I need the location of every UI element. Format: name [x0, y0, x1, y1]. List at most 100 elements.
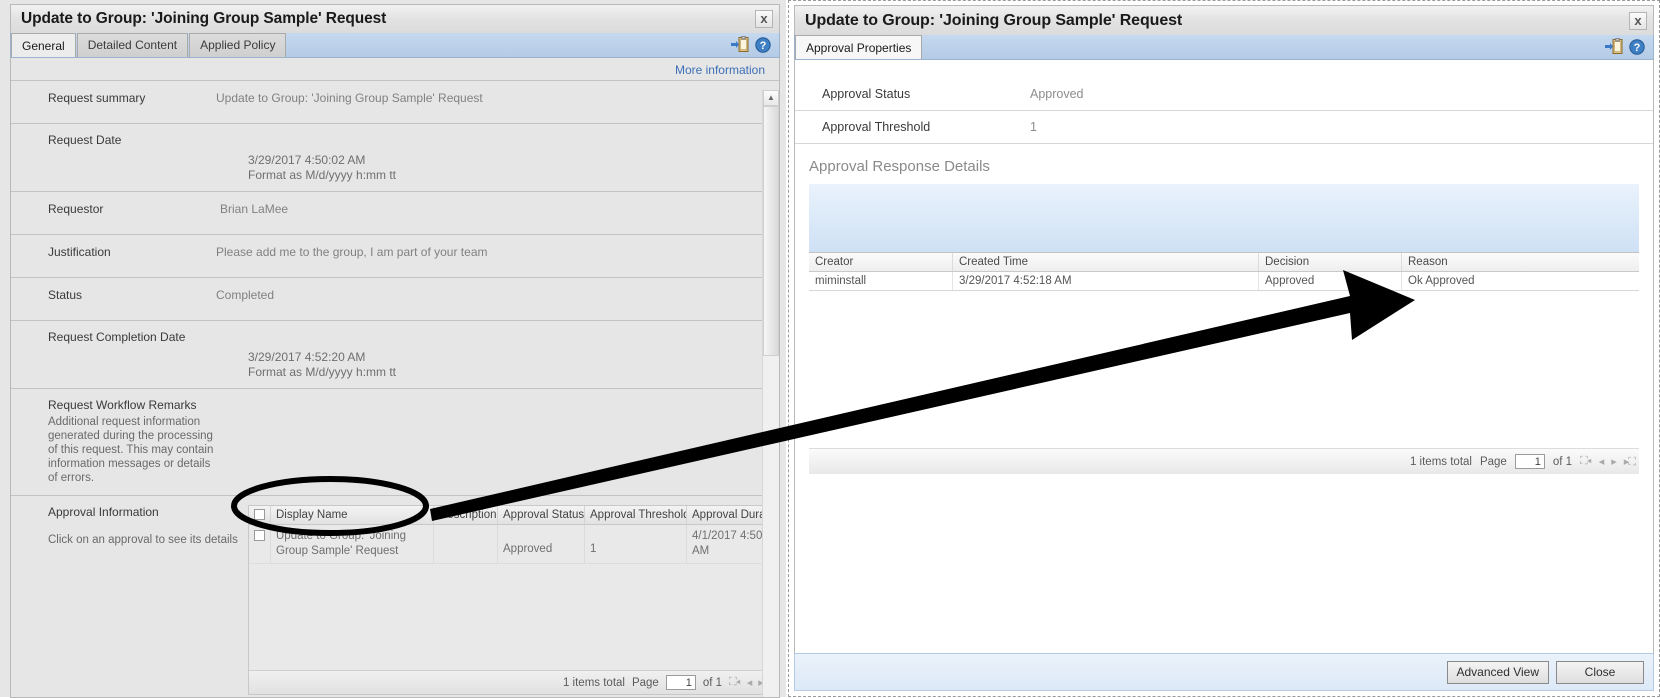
cell-creator[interactable]: miminstall	[809, 272, 953, 290]
pager-page-input[interactable]	[1514, 454, 1545, 469]
approval-status-value: Approved	[1030, 87, 1084, 101]
field-justification: Justification Please add me to the group…	[11, 234, 779, 277]
approval-information-hint: Click on an approval to see its details	[48, 534, 238, 546]
field-value: 3/29/2017 4:52:20 AM	[248, 350, 366, 364]
cell-approval-status: Approved	[498, 525, 585, 563]
select-all-checkbox-cell	[249, 506, 271, 524]
column-reason[interactable]: Reason	[1402, 253, 1639, 271]
field-label: Requestor	[48, 202, 104, 216]
approval-information-grid: Display Name Description Approval Status…	[248, 505, 779, 695]
pager-of-label: of 1	[702, 676, 723, 689]
field-value: Update to Group: 'Joining Group Sample' …	[216, 91, 483, 105]
field-request-summary: Request summary Update to Group: 'Joinin…	[11, 80, 779, 123]
approval-grid-pager: 1 items total Page of 1 ⛶◂ ◂ ▸ ▸⛶	[249, 670, 779, 694]
right-window-tabstrip: Approval Properties ?	[794, 35, 1654, 60]
scrollbar-thumb[interactable]	[763, 106, 779, 356]
field-approval-threshold: Approval Threshold 1	[795, 111, 1653, 144]
field-label: Request Date	[48, 133, 122, 147]
pager-items-total: 1 items total	[1409, 455, 1472, 468]
svg-text:?: ?	[760, 40, 767, 52]
more-information-link[interactable]: More information	[675, 63, 765, 77]
close-button[interactable]: Close	[1556, 660, 1644, 684]
field-approval-information: Approval Information Click on an approva…	[11, 495, 779, 697]
column-decision[interactable]: Decision	[1259, 253, 1402, 271]
more-information-row: More information	[11, 58, 779, 80]
approval-response-details-title: Approval Response Details	[809, 158, 990, 175]
right-window-close-button[interactable]: x	[1629, 11, 1647, 30]
svg-text:?: ?	[1634, 42, 1641, 54]
left-window-scrollbar[interactable]: ▲ ▼	[762, 90, 779, 697]
field-request-completion-date: Request Completion Date 3/29/2017 4:52:2…	[11, 320, 779, 388]
right-toolbar-icons: ?	[1605, 37, 1645, 55]
pager-page-label: Page	[631, 676, 659, 689]
field-status: Status Completed	[11, 277, 779, 320]
left-window-titlebar: Update to Group: 'Joining Group Sample' …	[10, 4, 780, 33]
field-label: Request Workflow Remarks	[48, 398, 197, 412]
grid-empty-space	[249, 564, 779, 670]
field-label: Request summary	[48, 91, 146, 105]
approval-threshold-value: 1	[1030, 120, 1037, 134]
right-window-body: Approval Status Approved Approval Thresh…	[794, 59, 1654, 659]
pager-previous-icon[interactable]: ◂	[1599, 455, 1604, 468]
field-label: Approval Information	[48, 505, 159, 519]
row-checkbox-cell	[249, 525, 271, 563]
field-format-hint: Format as M/d/yyyy h:mm tt	[248, 365, 397, 379]
table-row[interactable]: Update to Group: 'Joining Group Sample' …	[249, 525, 779, 564]
pager-first-icon[interactable]: ⛶◂	[1580, 455, 1592, 468]
column-approval-status[interactable]: Approval Status	[498, 506, 585, 524]
field-requestor: Requestor Brian LaMee	[11, 191, 779, 234]
response-details-blue-panel	[809, 184, 1639, 253]
workflow-remarks-description: Additional request information generated…	[48, 416, 214, 484]
cell-approval-threshold: 1	[585, 525, 687, 563]
select-all-checkbox[interactable]	[254, 509, 265, 521]
left-toolbar-icons: ?	[731, 35, 771, 53]
column-display-name[interactable]: Display Name	[271, 506, 434, 524]
help-icon[interactable]: ?	[755, 36, 771, 53]
right-window-title: Update to Group: 'Joining Group Sample' …	[805, 11, 1183, 29]
field-label: Status	[48, 288, 83, 302]
help-icon[interactable]: ?	[1629, 38, 1645, 55]
pager-of-label: of 1	[1552, 455, 1573, 468]
left-window-close-button[interactable]: x	[755, 10, 773, 28]
column-created-time[interactable]: Created Time	[953, 253, 1259, 271]
requestor-link[interactable]: Brian LaMee	[216, 202, 288, 222]
clipboard-icon[interactable]	[731, 35, 749, 53]
pager-last-icon[interactable]: ▸⛶	[1624, 455, 1636, 469]
field-request-workflow-remarks: Request Workflow Remarks Additional requ…	[11, 388, 779, 495]
advanced-view-button[interactable]: Advanced View	[1446, 660, 1549, 684]
grid-header-row: Creator Created Time Decision Reason	[809, 253, 1639, 272]
cell-reason: Ok Approved	[1408, 275, 1475, 287]
row-checkbox[interactable]	[254, 530, 265, 542]
column-description[interactable]: Description	[434, 506, 498, 524]
approval-details-window: Update to Group: 'Joining Group Sample' …	[788, 0, 1660, 697]
cell-description	[434, 525, 498, 563]
field-label: Justification	[48, 245, 111, 259]
pager-previous-icon[interactable]: ◂	[747, 676, 752, 689]
pager-page-label: Page	[1479, 455, 1507, 468]
table-row[interactable]: miminstall 3/29/2017 4:52:18 AM Approved…	[809, 272, 1639, 291]
field-approval-status: Approval Status Approved	[795, 78, 1653, 111]
field-format-hint: Format as M/d/yyyy h:mm tt	[248, 168, 397, 182]
tab-applied-policy[interactable]: Applied Policy	[189, 33, 287, 57]
field-label: Approval Status	[822, 87, 911, 101]
field-request-date: Request Date 3/29/2017 4:50:02 AM Format…	[11, 123, 779, 191]
field-label: Approval Threshold	[822, 120, 931, 134]
left-window-body: More information Request summary Update …	[10, 57, 780, 698]
clipboard-icon[interactable]	[1605, 37, 1623, 55]
pager-first-icon[interactable]: ⛶◂	[729, 676, 741, 689]
tab-general[interactable]: General	[11, 33, 76, 58]
cell-display-name[interactable]: Update to Group: 'Joining Group Sample' …	[271, 525, 434, 563]
response-grid-pager: 1 items total Page of 1 ⛶◂ ◂ ▸ ▸⛶	[809, 448, 1639, 474]
pager-page-input[interactable]	[665, 675, 696, 690]
left-window-title: Update to Group: 'Joining Group Sample' …	[21, 10, 387, 27]
grid-header-row: Display Name Description Approval Status…	[249, 506, 779, 525]
column-creator[interactable]: Creator	[809, 253, 953, 271]
scrollbar-up-arrow[interactable]: ▲	[763, 90, 779, 106]
field-value: Please add me to the group, I am part of…	[216, 245, 488, 259]
pager-next-icon[interactable]: ▸	[1611, 455, 1616, 468]
column-approval-threshold[interactable]: Approval Threshold	[585, 506, 687, 524]
pager-items-total: 1 items total	[562, 676, 625, 689]
tab-detailed-content[interactable]: Detailed Content	[76, 33, 189, 57]
tab-approval-properties[interactable]: Approval Properties	[795, 35, 923, 60]
right-window-titlebar: Update to Group: 'Joining Group Sample' …	[794, 5, 1654, 35]
